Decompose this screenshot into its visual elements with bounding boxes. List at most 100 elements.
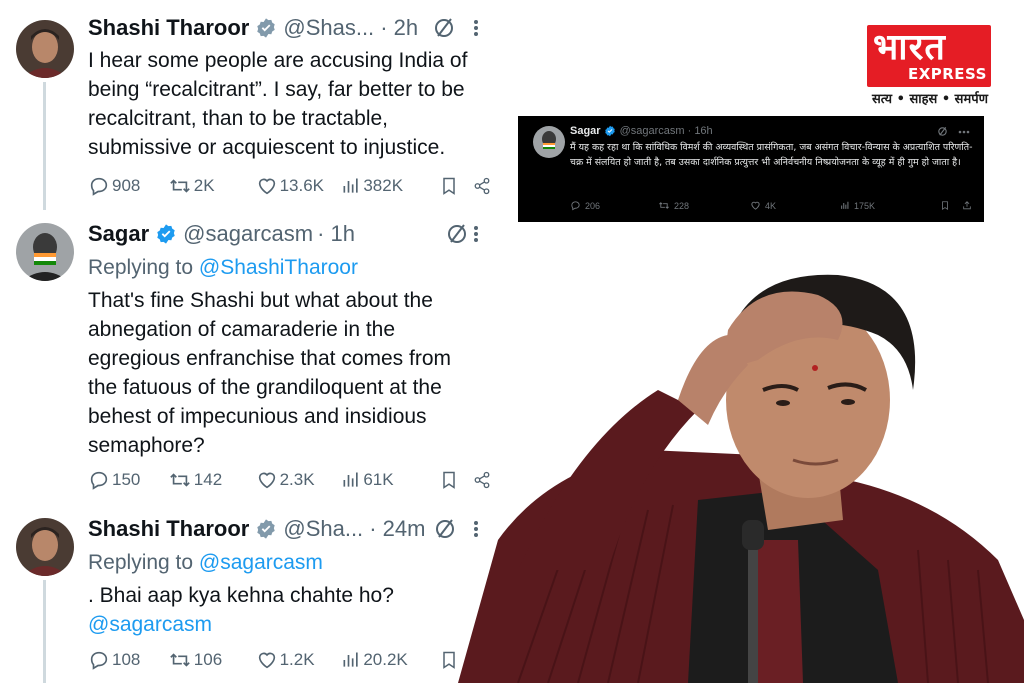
- retweet-count: 106: [193, 650, 223, 669]
- avatar-sagar: [533, 126, 565, 158]
- like-count: 4K: [765, 200, 777, 211]
- view-count: 382K: [363, 176, 404, 195]
- tweet-actions: 150 142 2.3K 61K: [88, 466, 493, 494]
- author-handle: @sagarcasm · 16h: [619, 125, 713, 137]
- verified-badge-icon: [257, 18, 276, 38]
- like-count: 1.2K: [279, 650, 315, 669]
- reply-icon: [90, 177, 108, 196]
- replying-to-link[interactable]: @sagarcasm: [199, 551, 323, 574]
- reply-button[interactable]: 108: [88, 649, 168, 671]
- views-button[interactable]: 20.2K: [341, 649, 439, 671]
- tweet-tharoor-2[interactable]: Shashi Tharoor @Sha... · 24m Replying to…: [0, 510, 500, 683]
- like-count: 13.6K: [279, 176, 324, 195]
- tweet-text-line: . Bhai aap kya kehna chahte ho?: [88, 584, 394, 607]
- author-name[interactable]: Shashi Tharoor: [88, 516, 249, 542]
- share-icon: [474, 177, 490, 195]
- views-icon: [343, 652, 359, 667]
- retweet-button[interactable]: 106: [168, 649, 256, 671]
- author-name[interactable]: Shashi Tharoor: [88, 15, 249, 41]
- verified-badge-icon: [257, 519, 276, 539]
- mention-link[interactable]: @sagarcasm: [88, 613, 212, 636]
- tweet-tharoor-1[interactable]: Shashi Tharoor @Shas... · 2h I hear some…: [0, 0, 500, 210]
- embedded-tweet-screenshot: Sagar @sagarcasm · 16h मैं यह कह रहा था …: [518, 116, 984, 222]
- grok-icon: [938, 127, 947, 136]
- heart-icon: [258, 652, 275, 669]
- tharoor-photo: [458, 240, 1024, 683]
- retweet-count: 228: [674, 200, 690, 211]
- bookmark-stat: [940, 200, 962, 211]
- tweet-time[interactable]: · 1h: [317, 221, 355, 247]
- heart-icon: [258, 472, 275, 489]
- bookmark-button[interactable]: [439, 175, 473, 197]
- views-button[interactable]: 382K: [341, 175, 439, 197]
- views-button[interactable]: 61K: [341, 469, 439, 491]
- avatar-tharoor[interactable]: [16, 518, 74, 576]
- reply-count: 150: [112, 470, 141, 489]
- view-count: 175K: [854, 200, 876, 211]
- reply-button[interactable]: 908: [88, 175, 168, 197]
- tweet-actions: 206 228 4K 175K: [570, 200, 976, 211]
- tweet-text: That's fine Shashi but what about the ab…: [88, 289, 452, 457]
- author-name: Sagar: [570, 125, 601, 137]
- avatar-sagar[interactable]: [16, 223, 74, 281]
- retweet-icon: [170, 473, 190, 487]
- retweet-count: 142: [193, 470, 223, 489]
- tweet-text: I hear some people are accusing India of…: [88, 49, 468, 159]
- share-button[interactable]: [473, 175, 493, 197]
- logo-box: भारत EXPRESS: [867, 25, 991, 87]
- more-options-icon[interactable]: [466, 14, 486, 42]
- reply-count: 206: [585, 200, 601, 211]
- reply-icon: [571, 201, 580, 211]
- retweet-icon: [170, 653, 190, 667]
- like-button[interactable]: 1.2K: [256, 649, 342, 671]
- replying-to-link[interactable]: @ShashiTharoor: [199, 256, 358, 279]
- author-handle[interactable]: @Shas...: [283, 15, 374, 41]
- reply-count: 108: [112, 650, 141, 669]
- retweet-icon: [170, 179, 190, 193]
- grok-icon[interactable]: [433, 517, 457, 541]
- reply-stat: 206: [570, 200, 658, 211]
- views-icon: [343, 178, 359, 193]
- tweet-sagar[interactable]: Sagar @sagarcasm · 1h Replying to @Shash…: [0, 210, 500, 510]
- replying-to-label: Replying to: [88, 551, 199, 574]
- logo-tagline: सत्य • साहस • समर्पण: [871, 92, 988, 107]
- tweet-time[interactable]: · 2h: [380, 15, 418, 41]
- retweet-count: 2K: [193, 176, 215, 195]
- thread-connector: [43, 82, 46, 210]
- reply-icon: [90, 651, 108, 670]
- tweet-text-hindi: मैं यह कह रहा था कि सांविधिक विमर्श की अ…: [570, 142, 973, 168]
- view-count: 20.2K: [363, 650, 408, 669]
- reply-button[interactable]: 150: [88, 469, 168, 491]
- bharat-express-logo[interactable]: भारत EXPRESS सत्य • साहस • समर्पण: [867, 25, 993, 109]
- like-button[interactable]: 2.3K: [256, 469, 342, 491]
- retweet-button[interactable]: 142: [168, 469, 256, 491]
- author-name[interactable]: Sagar: [88, 221, 149, 247]
- verified-badge-icon: [157, 224, 175, 244]
- tweet-time[interactable]: · 24m: [369, 516, 425, 542]
- heart-icon: [751, 201, 760, 210]
- tweet-text: . Bhai aap kya kehna chahte ho? @sagarca…: [88, 581, 490, 639]
- replying-to: Replying to @ShashiTharoor: [88, 254, 490, 282]
- bookmark-icon: [443, 177, 455, 195]
- thread-connector: [43, 580, 46, 683]
- like-stat: 4K: [750, 200, 840, 211]
- heart-icon: [258, 178, 275, 195]
- avatar-tharoor[interactable]: [16, 20, 74, 78]
- views-icon: [343, 472, 359, 487]
- share-stat: [962, 200, 972, 211]
- retweet-stat: 228: [658, 200, 750, 211]
- author-handle[interactable]: @Sha...: [283, 516, 363, 542]
- logo-brand-hindi: भारत: [873, 27, 946, 68]
- grok-icon[interactable]: [432, 16, 456, 40]
- replying-to-label: Replying to: [88, 256, 199, 279]
- bookmark-icon: [443, 651, 455, 669]
- tweet-actions: 108 106 1.2K 20.2K: [88, 646, 493, 674]
- like-button[interactable]: 13.6K: [256, 175, 342, 197]
- bookmark-icon: [942, 201, 948, 211]
- views-stat: 175K: [840, 200, 940, 211]
- author-handle[interactable]: @sagarcasm: [183, 221, 313, 247]
- reply-icon: [90, 471, 108, 490]
- retweet-button[interactable]: 2K: [168, 175, 256, 197]
- bookmark-icon: [443, 471, 455, 489]
- replying-to: Replying to @sagarcasm: [88, 549, 490, 577]
